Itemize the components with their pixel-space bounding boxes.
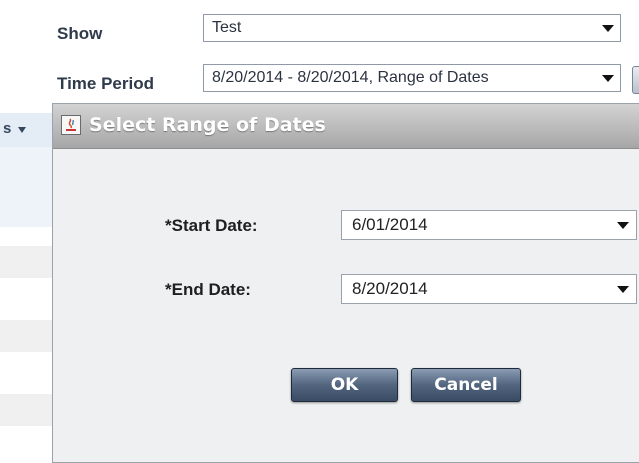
start-date-value: 6/01/2014 — [352, 215, 428, 234]
java-app-icon — [61, 115, 81, 135]
show-select[interactable]: Test — [203, 14, 621, 42]
time-period-edit-button[interactable] — [632, 66, 639, 94]
start-date-select[interactable]: 6/01/2014 — [341, 210, 637, 240]
table-row[interactable] — [0, 394, 52, 426]
ok-button[interactable]: OK — [291, 368, 398, 402]
grid-subheader — [0, 147, 52, 227]
chevron-down-icon[interactable] — [596, 15, 620, 41]
end-date-value: 8/20/2014 — [352, 279, 428, 298]
time-period-label: Time Period — [57, 74, 154, 93]
dialog-title: Select Range of Dates — [89, 114, 326, 136]
chevron-down-icon[interactable] — [610, 275, 636, 303]
cancel-button[interactable]: Cancel — [411, 368, 521, 402]
time-period-select[interactable]: 8/20/2014 - 8/20/2014, Range of Dates — [203, 64, 621, 92]
dialog-titlebar[interactable]: Select Range of Dates — [53, 104, 639, 149]
table-row[interactable] — [0, 320, 52, 352]
end-date-label: *End Date: — [165, 280, 251, 299]
end-date-select[interactable]: 8/20/2014 — [341, 274, 637, 304]
table-row[interactable] — [0, 246, 52, 278]
grid-column-header[interactable]: s — [0, 113, 52, 148]
chevron-down-icon[interactable] — [610, 211, 636, 239]
chevron-down-icon[interactable] — [596, 65, 620, 91]
time-period-select-value: 8/20/2014 - 8/20/2014, Range of Dates — [212, 69, 489, 86]
select-range-dialog: Select Range of Dates *Start Date: 6/01/… — [52, 103, 639, 463]
show-select-value: Test — [212, 19, 242, 36]
grid-column-header-label: s — [3, 120, 12, 137]
show-label: Show — [57, 24, 103, 43]
start-date-label: *Start Date: — [165, 216, 258, 235]
sort-arrow-icon[interactable] — [18, 127, 26, 133]
